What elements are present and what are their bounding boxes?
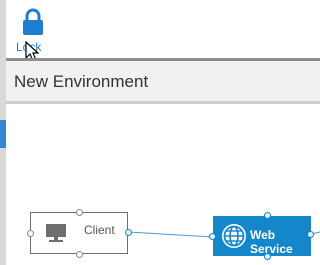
environment-header: New Environment: [6, 58, 320, 104]
client-node[interactable]: Client: [30, 212, 128, 254]
environment-title: New Environment: [14, 72, 149, 91]
client-handle-left[interactable]: [27, 230, 34, 237]
globe-icon: [222, 224, 246, 248]
toolbar: Lock: [6, 0, 320, 62]
web-service-handle-bottom[interactable]: [264, 253, 271, 260]
web-service-node[interactable]: Web Service: [213, 216, 311, 256]
web-service-handle-left[interactable]: [209, 233, 216, 240]
web-service-handle-right[interactable]: [307, 231, 314, 238]
client-handle-bottom[interactable]: [76, 251, 83, 258]
client-handle-top[interactable]: [76, 209, 83, 216]
lock-icon: [23, 8, 43, 35]
connection-line: [127, 231, 214, 238]
client-handle-right[interactable]: [125, 229, 132, 236]
web-service-handle-top[interactable]: [264, 212, 271, 219]
desktop-icon: [46, 224, 66, 242]
web-service-node-label: Web Service: [250, 228, 293, 256]
diagram-canvas[interactable]: Client Web Service: [6, 104, 320, 265]
client-node-label: Client: [84, 223, 115, 237]
